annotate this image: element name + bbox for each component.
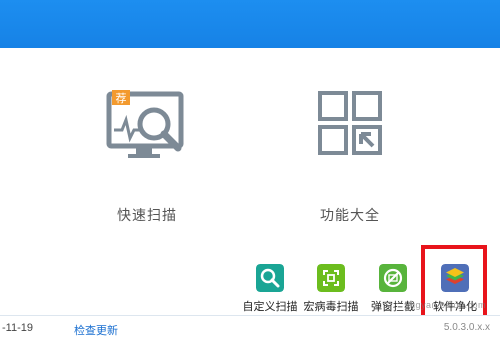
macro-virus-scan-label: 宏病毒扫描 [303,301,359,313]
all-functions-button[interactable]: 功能大全 [285,90,415,223]
watermark: jingyan.baidu.com [404,300,486,310]
custom-scan-button[interactable]: 自定义扫描 [240,264,300,314]
block-popup-icon [379,264,407,292]
quick-scan-button[interactable]: 荐 快速扫描 [82,90,212,223]
recommend-badge: 荐 [116,92,127,105]
check-update-link[interactable]: 检查更新 [74,322,118,338]
main-panel: 荐 快速扫描 功能大全 自定义扫描 宏病毒扫描 弹窗拦截 软件净化 [0,48,500,324]
version-text: 5.0.3.0.x.x [443,322,490,333]
custom-scan-label: 自定义扫描 [242,301,298,313]
status-bar: -11-19 检查更新 5.0.3.0.x.x [0,315,500,343]
update-date: -11-19 [2,322,33,334]
all-functions-label: 功能大全 [320,207,380,223]
grid-arrow-icon [318,91,382,155]
magnifier-icon [256,264,284,292]
quick-scan-label: 快速扫描 [117,207,177,223]
scan-frame-icon [317,264,345,292]
title-bar [0,0,500,48]
layers-icon [441,264,469,292]
monitor-magnifier-icon: 荐 [106,90,184,158]
macro-virus-scan-button[interactable]: 宏病毒扫描 [301,264,361,314]
